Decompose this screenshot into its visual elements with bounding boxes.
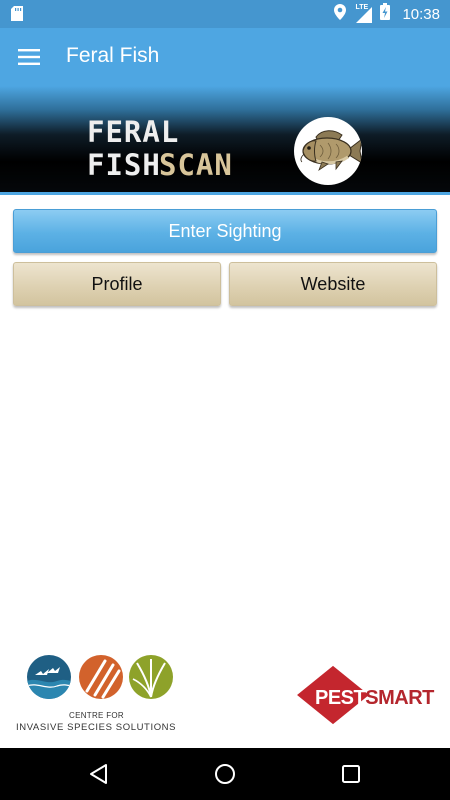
back-triangle-icon[interactable] [84, 760, 112, 788]
hamburger-menu-icon[interactable] [14, 43, 44, 71]
pestsmart-word-smart: SMART [365, 687, 434, 709]
website-button[interactable]: Website [229, 262, 437, 306]
logo-word-scan: SCAN [159, 148, 233, 182]
recents-square-icon[interactable] [337, 760, 365, 788]
location-icon [334, 3, 347, 25]
battery-charging-icon [380, 3, 391, 25]
home-circle-icon[interactable] [211, 760, 239, 788]
carp-fish-icon [294, 117, 362, 185]
banner-divider [0, 192, 450, 195]
cis-logo: CENTRE FOR INVASIVE SPECIES SOLUTIONS [16, 655, 188, 735]
water-bird-icon [27, 655, 71, 699]
cis-name-label: INVASIVE SPECIES SOLUTIONS [16, 722, 177, 733]
status-icons: LTE 10:38 [334, 0, 440, 28]
pestsmart-logo: PESTSMART [297, 665, 436, 732]
screen: LTE 10:38 Feral Fish FERAL FISH SCAN Ent… [0, 0, 450, 800]
feral-fish-scan-logo: FERAL FISH SCAN [87, 116, 237, 186]
enter-sighting-button[interactable]: Enter Sighting [13, 209, 437, 253]
pestsmart-wordmark: PESTSMART [315, 687, 434, 710]
sd-card-icon [11, 6, 23, 26]
pestsmart-word-pest: PEST [315, 687, 366, 709]
clock: 10:38 [402, 5, 440, 23]
status-bar: LTE 10:38 [0, 0, 450, 28]
logo-word-fish: FISH [87, 148, 161, 182]
app-bar: Feral Fish [0, 28, 450, 86]
cis-centre-for-label: CENTRE FOR [69, 711, 124, 720]
app-title: Feral Fish [66, 44, 160, 67]
plant-leaves-icon [129, 655, 173, 699]
profile-button[interactable]: Profile [13, 262, 221, 306]
logo-word-feral: FERAL [87, 115, 180, 149]
claw-marks-icon [79, 655, 123, 699]
signal-icon: LTE [354, 4, 373, 23]
system-nav-bar [0, 748, 450, 800]
